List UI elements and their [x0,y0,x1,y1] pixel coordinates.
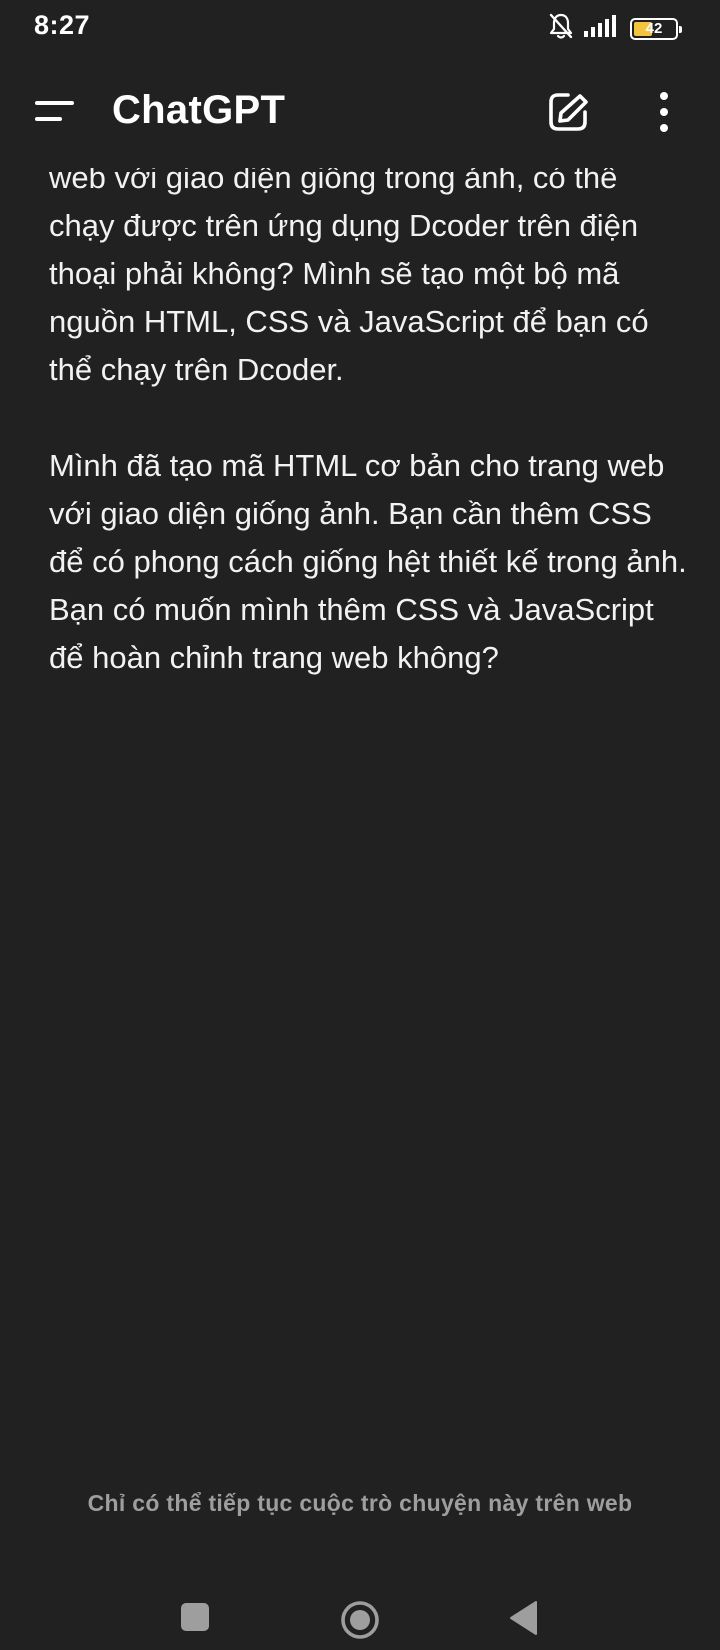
message-paragraph-1: web với giao diện giống trong ảnh, có th… [49,160,649,387]
app-header: ChatGPT [0,56,720,168]
battery-icon: 42 [630,17,682,40]
battery-tip [679,25,682,33]
back-icon [508,1601,538,1640]
back-button[interactable] [508,1600,538,1641]
home-button[interactable] [340,1600,380,1645]
assistant-message: web với giao diện giống trong ảnh, có th… [49,154,689,730]
system-nav-bar [0,1560,720,1650]
status-time: 8:27 [34,10,91,40]
home-icon [340,1601,380,1644]
recents-icon [180,1603,210,1636]
status-bar: 8:27 42 [0,0,720,56]
menu-button[interactable] [34,94,78,130]
new-chat-button[interactable] [546,90,590,134]
battery-level: 42 [645,20,663,37]
recents-button[interactable] [180,1602,210,1637]
more-vertical-icon [648,92,680,138]
chat-area[interactable]: web với giao diện giống trong ảnh, có th… [0,0,720,1440]
continue-on-web-note: Chỉ có thể tiếp tục cuộc trò chuyện này … [87,1490,633,1516]
edit-icon [546,93,590,138]
menu-icon [34,101,78,134]
message-paragraph-2: Mình đã tạo mã HTML cơ bản cho trang web… [49,448,687,675]
bell-muted-icon [548,12,574,45]
signal-icon [584,15,620,42]
more-options-button[interactable] [648,90,680,134]
status-icons: 42 [548,12,682,45]
app-title: ChatGPT [112,88,286,132]
